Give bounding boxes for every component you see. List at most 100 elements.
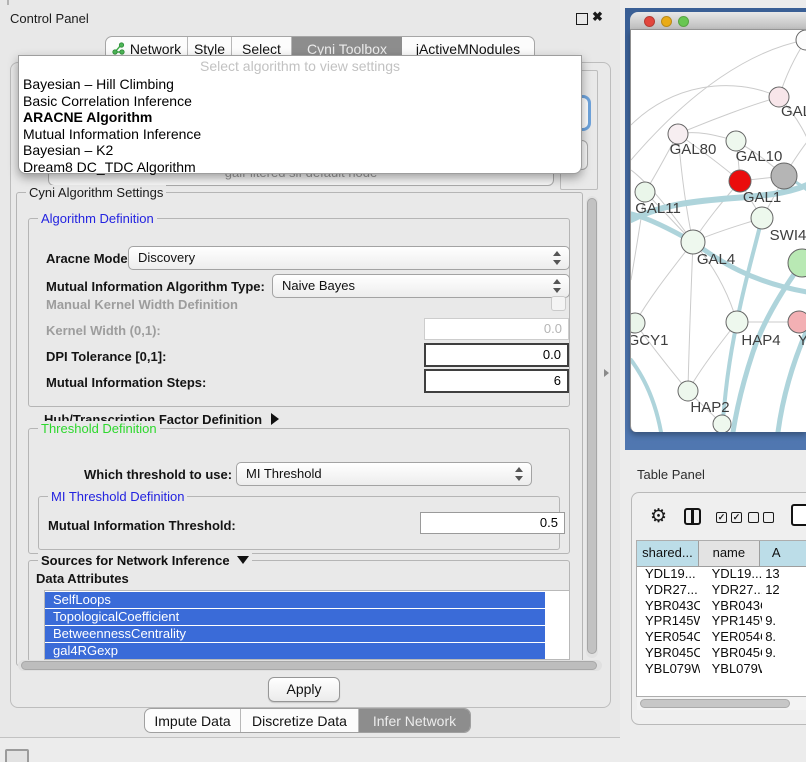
attribute-item[interactable]: TopologicalCoefficient — [45, 609, 545, 625]
cyni-bottom-tabs: Impute Data Discretize Data Infer Networ… — [144, 708, 471, 733]
table-cell[interactable]: 13 — [762, 566, 806, 582]
deselect-checkboxes-icon[interactable] — [748, 512, 774, 523]
table-cell[interactable]: 8. — [762, 629, 806, 645]
attribute-item[interactable]: gal4RGexp — [45, 643, 545, 659]
mi-steps-label: Mutual Information Steps: — [46, 375, 206, 390]
tab-impute-data[interactable]: Impute Data — [145, 709, 241, 732]
network-icon — [112, 42, 125, 55]
table-row[interactable]: YER054CYER054C8. — [637, 629, 806, 645]
mi-steps-field[interactable]: 6 — [424, 369, 569, 393]
tab-infer-network[interactable]: Infer Network — [359, 709, 470, 732]
settings-horizontal-scrollbar[interactable] — [21, 661, 597, 670]
table-cell[interactable]: YPR145W — [700, 613, 763, 629]
table-horizontal-scrollbar[interactable] — [640, 699, 790, 708]
table-cell[interactable]: 9. — [762, 645, 806, 661]
column-divider — [691, 510, 694, 523]
close-panel-icon[interactable]: ✖ — [592, 9, 603, 25]
network-node[interactable] — [788, 249, 806, 277]
mi-type-combo[interactable]: Naive Bayes — [272, 274, 570, 298]
expanded-arrow-icon — [237, 556, 249, 564]
unchecked-box-icon — [748, 512, 759, 523]
table-row[interactable]: YBR045CYBR045C9. — [637, 645, 806, 661]
table-row[interactable]: YDL19...YDL19...13 — [637, 566, 806, 582]
dpi-tolerance-field[interactable]: 0.0 — [424, 343, 569, 367]
aracne-mode-combo[interactable]: Discovery — [128, 246, 570, 270]
algorithm-option[interactable]: Bayesian – Hill Climbing — [23, 76, 174, 92]
network-node-y[interactable] — [788, 311, 806, 333]
table-cell[interactable]: YER054C — [700, 629, 763, 645]
column-header-shared-name[interactable]: shared... — [637, 541, 699, 566]
table-cell[interactable] — [762, 661, 806, 673]
algorithm-option[interactable]: Basic Correlation Inference — [23, 93, 192, 109]
network-node-swi4[interactable] — [751, 207, 773, 229]
table-cell[interactable]: YBL079W — [700, 661, 763, 673]
algorithm-option-selected[interactable]: ARACNE Algorithm — [23, 109, 152, 125]
table-cell[interactable]: YBR045C — [637, 645, 700, 661]
combo-stepper-icon — [515, 466, 524, 482]
network-canvas[interactable]: GALGAL80GAL10GAL1SWI4GAL11GAL4GCY1HAP4YH… — [630, 30, 806, 432]
network-node[interactable] — [771, 163, 797, 189]
document-icon[interactable] — [791, 504, 806, 526]
algorithm-option[interactable]: Bayesian – K2 — [23, 142, 113, 158]
table-cell[interactable]: YDR27... — [637, 582, 700, 598]
table-cell[interactable] — [762, 598, 806, 614]
node-label: HAP2 — [690, 399, 729, 416]
attribute-item[interactable]: SelfLoops — [45, 592, 545, 608]
collapsed-arrow-icon — [271, 413, 279, 425]
table-cell[interactable]: YER054C — [637, 629, 700, 645]
table-row[interactable]: YPR145WYPR145W9. — [637, 613, 806, 629]
data-attributes-list[interactable]: SelfLoopsTopologicalCoefficientBetweenne… — [44, 590, 570, 660]
table-cell[interactable]: YDL19... — [700, 566, 763, 582]
aracne-mode-value: Discovery — [138, 250, 195, 265]
network-node-hap2[interactable] — [678, 381, 698, 401]
column-organization-icon[interactable] — [684, 508, 701, 525]
network-node[interactable] — [713, 415, 731, 432]
zoom-window-icon[interactable] — [678, 16, 689, 27]
settings-vertical-scrollbar[interactable] — [587, 198, 597, 654]
table-cell[interactable]: YBR043C — [637, 598, 700, 614]
table-cell[interactable]: 12 — [762, 582, 806, 598]
which-threshold-combo[interactable]: MI Threshold — [236, 462, 532, 486]
network-node-gal11[interactable] — [635, 182, 655, 202]
table-cell[interactable]: 9. — [762, 613, 806, 629]
attribute-item[interactable]: BetweennessCentrality — [45, 626, 545, 642]
table-cell[interactable]: YBL079W — [637, 661, 700, 673]
mi-threshold-field[interactable]: 0.5 — [420, 512, 565, 534]
algorithm-option[interactable]: Dream8 DC_TDC Algorithm — [23, 159, 196, 175]
manual-kernel-checkbox[interactable] — [551, 296, 566, 311]
tab-discretize-data[interactable]: Discretize Data — [241, 709, 359, 732]
table-cell[interactable]: YBR045C — [700, 645, 763, 661]
table-cell[interactable]: YDR27... — [700, 582, 763, 598]
minimize-window-icon[interactable] — [661, 16, 672, 27]
column-header-third[interactable]: A — [760, 541, 806, 566]
table-row[interactable]: YBR043CYBR043C — [637, 598, 806, 614]
table-row[interactable]: YBL079WYBL079W — [637, 661, 806, 673]
splitter-arrow-icon[interactable] — [604, 369, 609, 377]
network-graph: GALGAL80GAL10GAL1SWI4GAL11GAL4GCY1HAP4YH… — [631, 30, 806, 432]
app-root: Control Panel ✖ Network Style Select Cyn… — [0, 0, 806, 762]
float-window-icon[interactable] — [576, 13, 588, 25]
bottom-corner-button[interactable] — [5, 749, 29, 762]
kernel-width-field[interactable]: 0.0 — [424, 318, 569, 340]
table-settings-gear-icon[interactable]: ⚙ — [650, 505, 667, 527]
network-node[interactable] — [796, 30, 806, 50]
sources-group-title[interactable]: Sources for Network Inference — [38, 553, 252, 568]
algorithm-option[interactable]: Mutual Information Inference — [23, 126, 201, 142]
column-header-name[interactable]: name — [699, 541, 760, 566]
panel-title: Control Panel — [10, 11, 89, 26]
table-cell[interactable]: YDL19... — [637, 566, 700, 582]
network-window-titlebar[interactable] — [630, 12, 806, 30]
manual-kernel-label: Manual Kernel Width Definition — [46, 297, 238, 312]
table-cell[interactable]: YBR043C — [700, 598, 763, 614]
sources-title-text: Sources for Network Inference — [41, 553, 230, 568]
network-node-hap4[interactable] — [726, 311, 748, 333]
select-all-checkboxes-icon[interactable]: ✓ ✓ — [716, 512, 742, 523]
network-node-gcy1[interactable] — [631, 313, 645, 333]
close-window-icon[interactable] — [644, 16, 655, 27]
mi-type-label: Mutual Information Algorithm Type: — [46, 279, 265, 294]
table-row[interactable]: YDR27...YDR27...12 — [637, 582, 806, 598]
table-cell[interactable]: YPR145W — [637, 613, 700, 629]
apply-button[interactable]: Apply — [268, 677, 340, 702]
mi-type-value: Naive Bayes — [282, 278, 355, 293]
node-label: GAL4 — [697, 251, 735, 268]
